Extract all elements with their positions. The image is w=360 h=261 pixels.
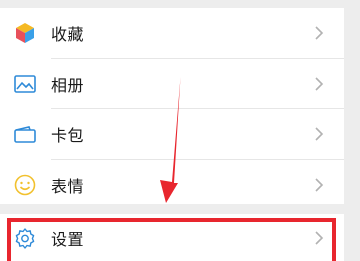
annotation-arrow [160,77,181,203]
wechat-me-menu-screen: 收藏 相册 卡包 表情 设置 [0,0,360,261]
